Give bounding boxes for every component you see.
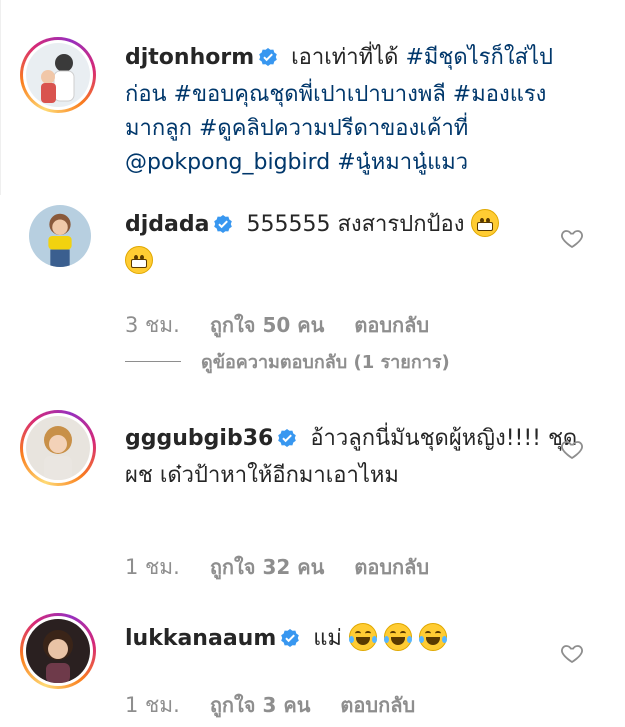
comment-meta: 1 ชม. ถูกใจ 32 คน ตอบกลับ — [125, 551, 429, 584]
rolling-laughing-face-icon — [383, 623, 412, 651]
mention-link[interactable]: @pokpong_bigbird — [125, 150, 330, 175]
left-divider — [0, 0, 1, 195]
comment-likes[interactable]: ถูกใจ 32 คน — [210, 551, 325, 583]
comment-text: 555555 สงสารปกป้อง — [246, 212, 465, 237]
rolling-laughing-face-icon — [418, 623, 447, 651]
comment-avatar-lukkanaaum[interactable] — [20, 613, 96, 689]
comment-time: 1 ชม. — [125, 693, 180, 717]
grinning-face-icon — [471, 209, 500, 237]
reply-button[interactable]: ตอบกลับ — [354, 551, 429, 583]
comment-body: djdada 555555 สงสารปกป้อง — [125, 208, 585, 279]
reply-button[interactable]: ตอบกลับ — [340, 689, 415, 721]
like-heart-icon[interactable] — [560, 437, 584, 461]
comment-body: gggubgib36 อ้าวลูกนี่มันชุดผู้หญิง!!!! ช… — [125, 422, 585, 493]
comment-username[interactable]: gggubgib36 — [125, 426, 273, 451]
comment-likes[interactable]: ถูกใจ 3 คน — [210, 689, 311, 721]
comment-meta: 1 ชม. ถูกใจ 3 คน ตอบกลับ — [125, 689, 415, 722]
post-author-avatar[interactable] — [20, 37, 96, 113]
verified-badge-icon — [277, 425, 297, 459]
comment-username[interactable]: lukkanaaum — [125, 626, 276, 651]
grinning-face-icon — [125, 246, 153, 274]
like-heart-icon[interactable] — [560, 641, 584, 665]
avatar-image — [26, 416, 90, 480]
comment-likes[interactable]: ถูกใจ 50 คน — [210, 309, 325, 341]
verified-badge-icon — [213, 211, 233, 245]
verified-badge-icon — [258, 44, 278, 78]
comment-time: 1 ชม. — [125, 555, 180, 579]
comment-meta: 3 ชม. ถูกใจ 50 คน ตอบกลับ — [125, 309, 429, 342]
avatar-image — [26, 43, 90, 107]
avatar-image — [29, 205, 91, 267]
like-heart-icon[interactable] — [560, 226, 584, 250]
verified-badge-icon — [280, 625, 300, 659]
comment-body: lukkanaaum แม่ — [125, 622, 585, 659]
view-replies-label: ดูข้อความตอบกลับ (1 รายการ) — [201, 352, 450, 373]
comment-avatar-gggubgib36[interactable] — [20, 410, 96, 486]
hashtag-link[interactable]: #นู๋หมานู๋แมว — [337, 150, 468, 175]
hashtag-link[interactable]: #ขอบคุณชุดพี่เปาเปาบางพลี — [174, 82, 446, 107]
reply-button[interactable]: ตอบกลับ — [354, 309, 429, 341]
comment-avatar-djdada[interactable] — [29, 205, 91, 267]
post-text: เอาเท่าที่ได้ — [291, 45, 399, 70]
avatar-image — [26, 619, 90, 683]
hashtag-link[interactable]: #ดูคลิปความปรีดาของเค้าที่ — [199, 116, 468, 141]
comment-time: 3 ชม. — [125, 313, 180, 337]
view-replies-button[interactable]: ดูข้อความตอบกลับ (1 รายการ) — [125, 347, 450, 376]
rolling-laughing-face-icon — [348, 623, 377, 651]
comment-text: แม่ — [313, 626, 342, 651]
post-username[interactable]: djtonhorm — [125, 45, 254, 70]
comment-username[interactable]: djdada — [125, 212, 209, 237]
post-caption: djtonhorm เอาเท่าที่ได้ #มีชุดไรก็ใส่ไปก… — [125, 41, 585, 180]
view-replies-line — [125, 361, 181, 362]
